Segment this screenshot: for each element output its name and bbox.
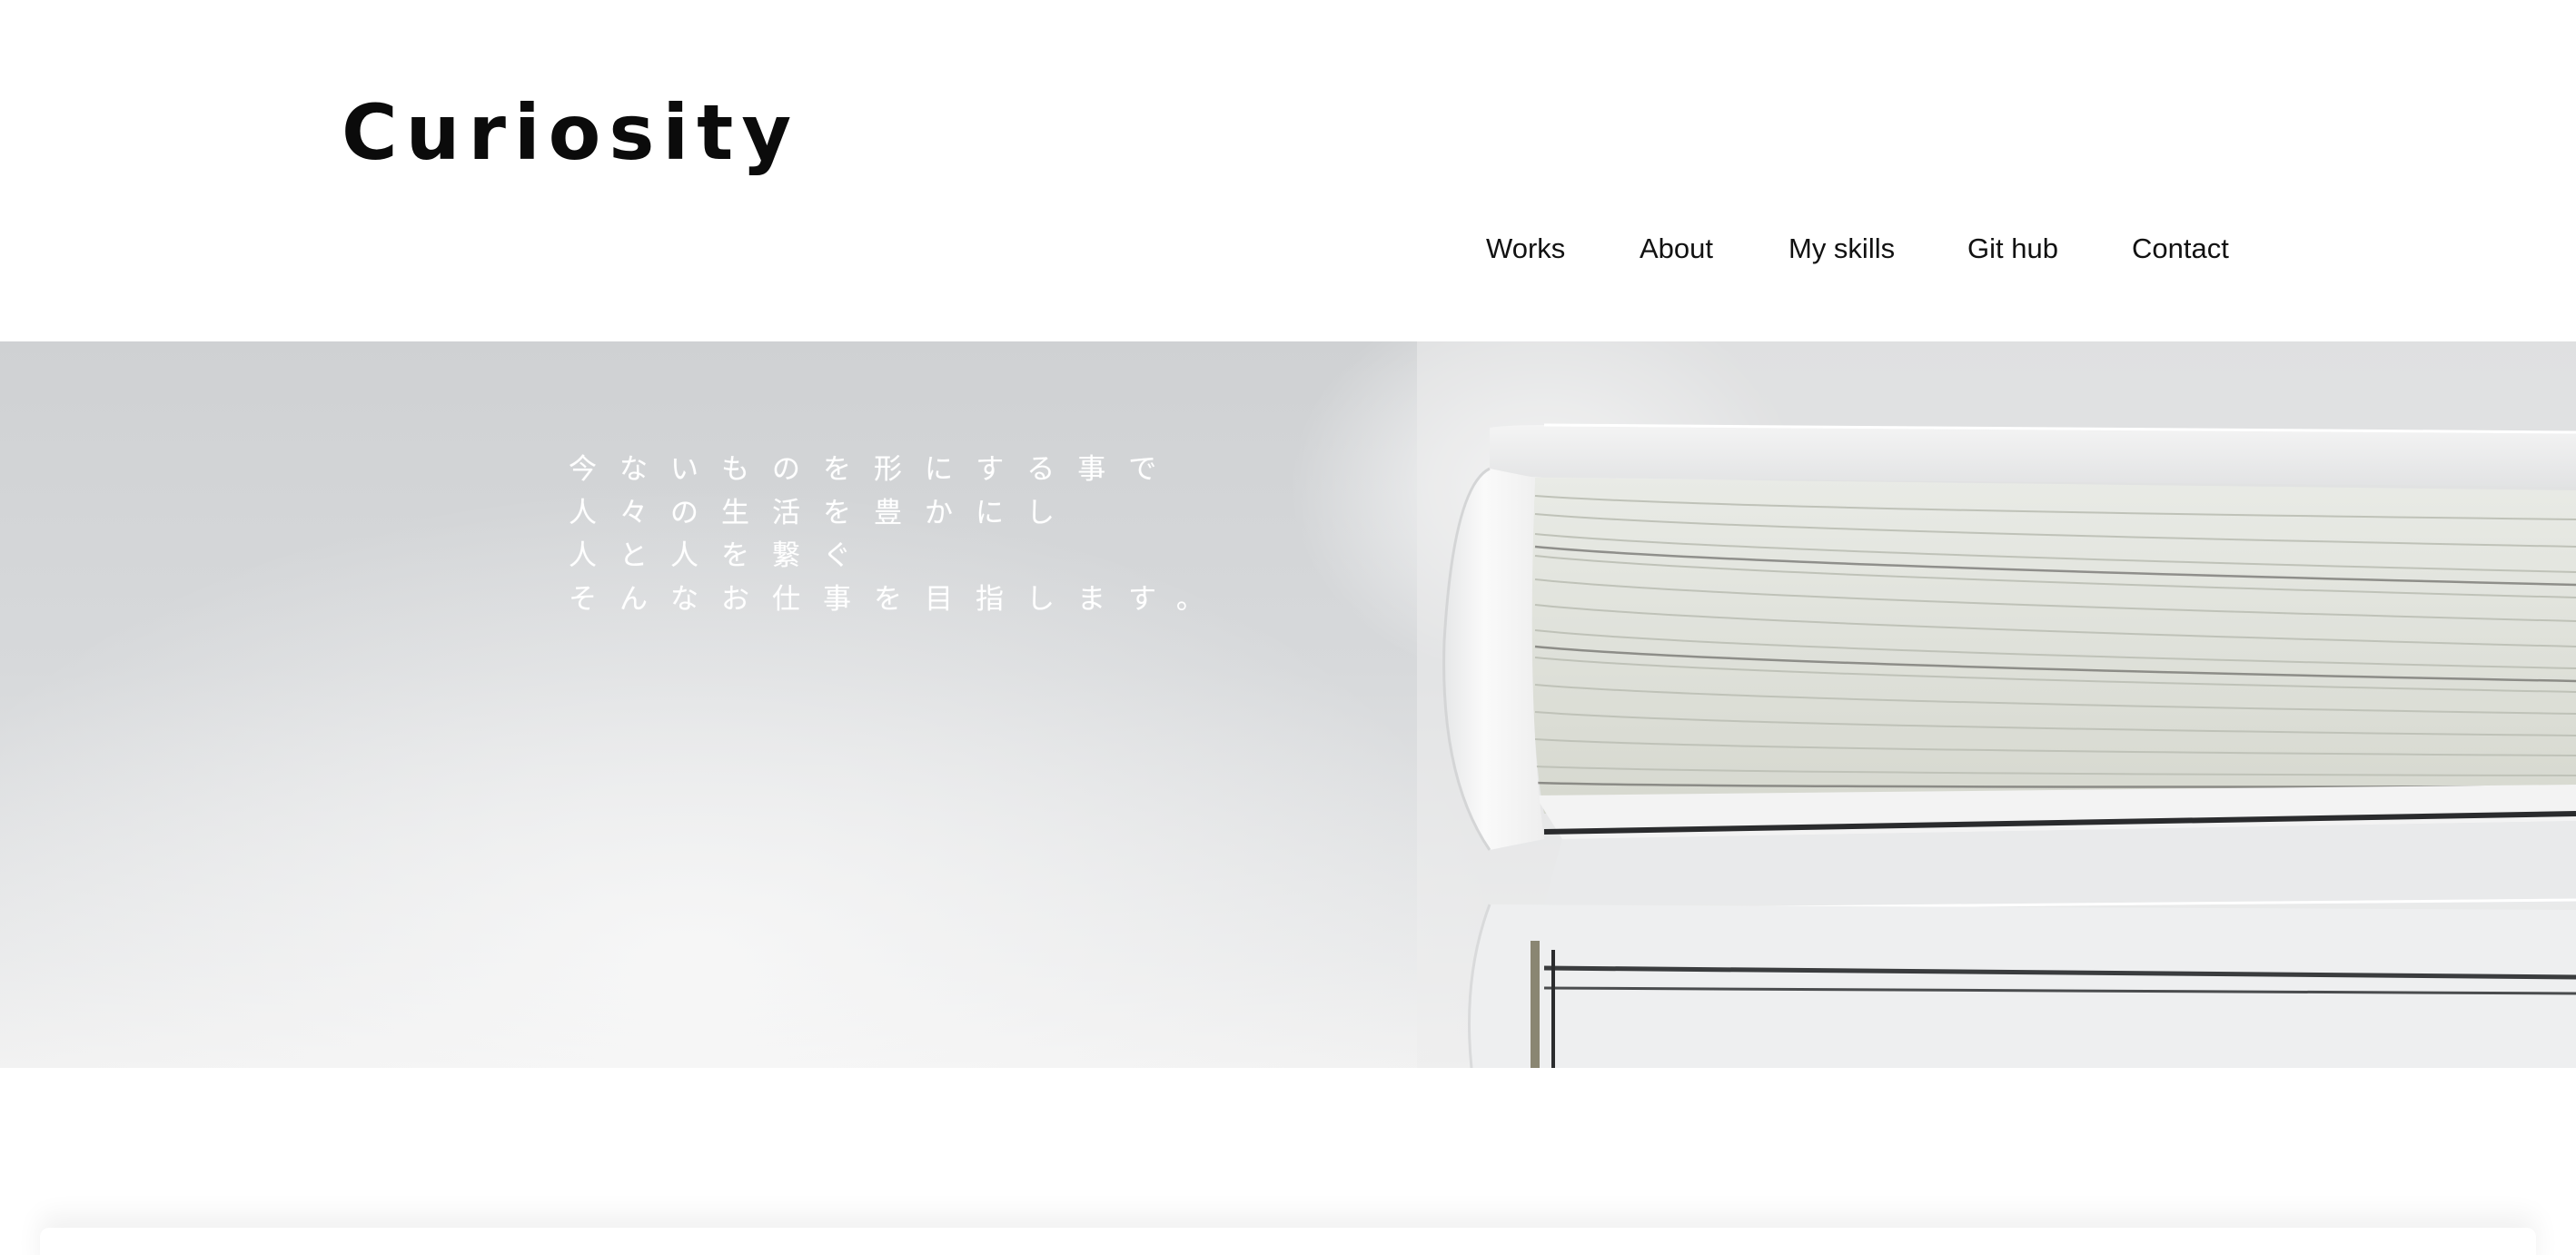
main-nav: Works About My skills Git hub Contact	[1453, 227, 2253, 271]
hero-line: 今ないものを形にする事で	[569, 453, 1180, 486]
nav-item-github[interactable]: Git hub	[1967, 227, 2058, 271]
hero-line: 人々の生活を豊かにし	[569, 496, 1077, 529]
site-header: Curiosity Works About My skills Git hub …	[0, 0, 2576, 341]
books-image	[1290, 341, 2576, 1068]
nav-item-about[interactable]: About	[1640, 227, 1713, 271]
hero-message: 今ないものを形にする事で 人々の生活を豊かにし 人と人を繋ぐ そんなお仕事を目指…	[569, 449, 1227, 621]
nav-item-works[interactable]: Works	[1486, 227, 1565, 271]
site-logo[interactable]: Curiosity	[342, 84, 799, 182]
hero-line: 人と人を繋ぐ	[569, 539, 874, 572]
page: Curiosity Works About My skills Git hub …	[0, 0, 2576, 1255]
nav-item-my-skills[interactable]: My skills	[1788, 227, 1895, 271]
nav-item-contact[interactable]: Contact	[2132, 227, 2229, 271]
content-card-top	[40, 1228, 2536, 1255]
hero-line: そんなお仕事を目指します。	[569, 582, 1227, 616]
hero-banner: 今ないものを形にする事で 人々の生活を豊かにし 人と人を繋ぐ そんなお仕事を目指…	[0, 341, 2576, 1068]
